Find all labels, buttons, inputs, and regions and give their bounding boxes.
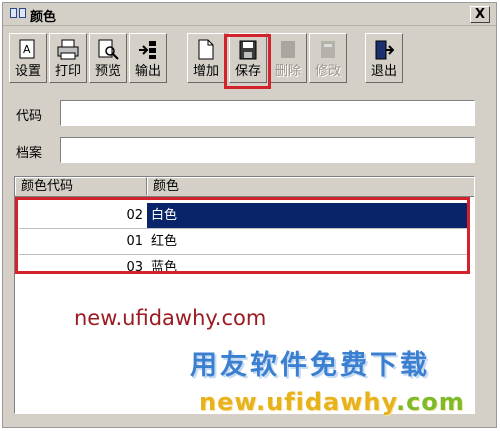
cell-color-name: 白色 — [147, 203, 470, 228]
add-button[interactable]: 增加 — [187, 33, 225, 83]
watermark-url: new.ufidawhy.com — [74, 306, 267, 330]
column-header-color[interactable]: 颜色 — [147, 177, 474, 195]
add-label: 增加 — [192, 64, 219, 79]
print-button[interactable]: 打印 — [49, 33, 87, 83]
close-button[interactable]: X — [470, 6, 490, 23]
delete-label: 删除 — [274, 64, 301, 79]
edit-button[interactable]: 修改 — [309, 33, 347, 83]
save-button[interactable]: 保存 — [229, 33, 267, 83]
watermark-url-suffix: .com — [395, 388, 465, 416]
cell-color-code: 03 — [126, 260, 143, 275]
delete-button[interactable]: 删除 — [269, 33, 307, 83]
column-header-code[interactable]: 颜色代码 — [15, 177, 147, 195]
settings-label: 设置 — [14, 64, 41, 79]
svg-text:A: A — [23, 43, 31, 56]
archive-label: 档案 — [16, 146, 43, 161]
export-label: 输出 — [134, 64, 161, 79]
preview-label: 预览 — [94, 64, 121, 79]
edit-icon — [321, 41, 335, 58]
watermark-url-domain: ufidawhy — [266, 388, 396, 416]
printer-icon — [57, 39, 79, 60]
grid-header: 颜色代码 颜色 — [15, 177, 474, 197]
export-icon — [139, 41, 156, 59]
cell-color-code: 02 — [126, 208, 143, 223]
cell-color-name: 蓝色 — [151, 260, 178, 275]
new-doc-icon — [198, 39, 214, 60]
edit-label: 修改 — [314, 64, 341, 79]
exit-icon — [375, 40, 394, 60]
print-label: 打印 — [54, 64, 81, 79]
settings-icon: A — [19, 39, 35, 59]
window-title: 颜色 — [30, 10, 57, 25]
save-label: 保存 — [234, 64, 261, 79]
watermark-url-prefix: new. — [199, 388, 267, 416]
code-input[interactable] — [60, 100, 475, 126]
archive-input[interactable] — [60, 137, 475, 163]
exit-button[interactable]: 退出 — [365, 33, 403, 83]
code-label: 代码 — [16, 109, 43, 124]
settings-button[interactable]: A 设置 — [9, 33, 47, 83]
preview-button[interactable]: 预览 — [89, 33, 127, 83]
title-bar: 颜色 X — [3, 3, 496, 26]
table-row[interactable]: 02 白色 — [19, 203, 470, 228]
table-row[interactable]: 01 红色 — [19, 229, 470, 254]
cell-color-name: 红色 — [151, 234, 178, 249]
preview-icon — [98, 39, 119, 60]
exit-label: 退出 — [370, 64, 397, 79]
watermark-url-colored: new.ufidawhy.com — [199, 388, 465, 416]
export-button[interactable]: 输出 — [129, 33, 167, 83]
watermark-chinese: 用友软件免费下载 — [190, 350, 430, 381]
book-icon — [10, 8, 26, 18]
table-row[interactable]: 03 蓝色 — [19, 255, 470, 280]
cell-color-code: 01 — [126, 234, 143, 249]
delete-icon — [281, 41, 295, 58]
save-icon — [239, 40, 257, 60]
